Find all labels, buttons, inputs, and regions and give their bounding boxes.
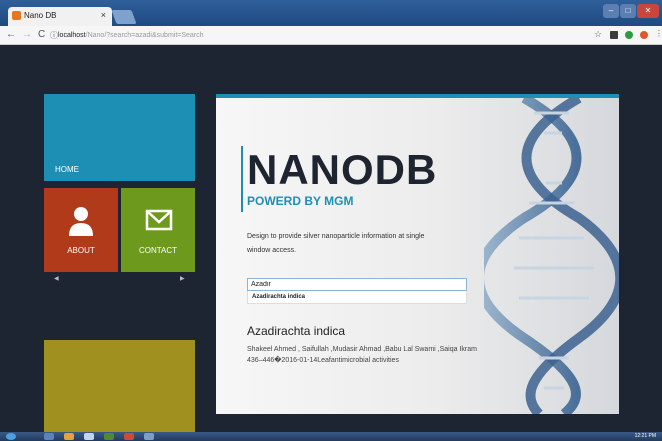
favicon-icon: [12, 11, 21, 20]
taskbar-app-icon[interactable]: [64, 433, 74, 440]
close-window-icon[interactable]: ✕: [637, 4, 659, 18]
taskbar-app-icon[interactable]: [84, 433, 94, 440]
result-title[interactable]: Azadirachta indica: [247, 324, 345, 338]
new-tab-button[interactable]: [111, 10, 137, 24]
home-label: HOME: [55, 165, 79, 174]
close-tab-icon[interactable]: ×: [101, 10, 106, 20]
main-panel: NANODB POWERD BY MGM Design to provide s…: [216, 94, 619, 414]
taskbar-app-icon[interactable]: [44, 433, 54, 440]
minimize-icon[interactable]: –: [603, 4, 619, 18]
address-bar: ← → C ⓘ localhost/Nano/?search=azadi&sub…: [0, 26, 662, 45]
menu-icon[interactable]: ⋮: [655, 29, 662, 38]
tile-carousel-nav: ◀ ▶: [44, 272, 195, 340]
extension-icon[interactable]: [640, 31, 648, 39]
taskbar-app-icon[interactable]: [124, 433, 134, 440]
maximize-icon[interactable]: □: [620, 4, 636, 18]
forward-icon[interactable]: →: [22, 29, 32, 40]
url-input[interactable]: localhost/Nano/?search=azadi&submit=Sear…: [58, 29, 590, 42]
page-subtitle: POWERD BY MGM: [247, 194, 354, 208]
envelope-icon: [145, 209, 173, 231]
title-accent-bar: [241, 146, 243, 212]
bookmark-star-icon[interactable]: ☆: [594, 29, 602, 40]
search-suggestion[interactable]: Azadirachta indica: [247, 291, 467, 304]
browser-tab[interactable]: Nano DB ×: [8, 7, 112, 26]
about-label: ABOUT: [67, 246, 95, 255]
page-description: Design to provide silver nanoparticle in…: [247, 233, 425, 254]
start-button-icon[interactable]: [6, 433, 16, 440]
os-taskbar: 12:21 PM: [0, 432, 662, 441]
olive-tile[interactable]: [44, 340, 195, 432]
dna-helix-image: [484, 98, 619, 414]
browser-tab-bar: Nano DB × – □ ✕: [0, 0, 662, 26]
taskbar-clock: 12:21 PM: [634, 433, 656, 439]
url-host: localhost: [58, 32, 86, 39]
next-arrow-icon[interactable]: ▶: [180, 275, 185, 282]
home-tile[interactable]: HOME: [44, 94, 195, 181]
user-icon: [69, 207, 93, 236]
extension-icon[interactable]: [610, 31, 618, 39]
prev-arrow-icon[interactable]: ◀: [54, 275, 59, 282]
site-info-icon[interactable]: ⓘ: [50, 30, 58, 41]
extension-icon[interactable]: [625, 31, 633, 39]
reload-icon[interactable]: C: [38, 29, 45, 40]
about-tile[interactable]: ABOUT: [44, 188, 118, 272]
result-meta: Shakeel Ahmed , Saifullah ,Mudasir Ahmad…: [247, 346, 477, 364]
tab-title: Nano DB: [24, 11, 57, 20]
contact-tile[interactable]: CONTACT: [121, 188, 195, 272]
search-input[interactable]: [247, 278, 467, 291]
taskbar-app-icon[interactable]: [144, 433, 154, 440]
back-icon[interactable]: ←: [6, 29, 16, 40]
page-title: NANODB: [247, 146, 438, 193]
taskbar-app-icon[interactable]: [104, 433, 114, 440]
url-path: /Nano/?search=azadi&submit=Search: [85, 32, 204, 39]
contact-label: CONTACT: [138, 246, 178, 255]
